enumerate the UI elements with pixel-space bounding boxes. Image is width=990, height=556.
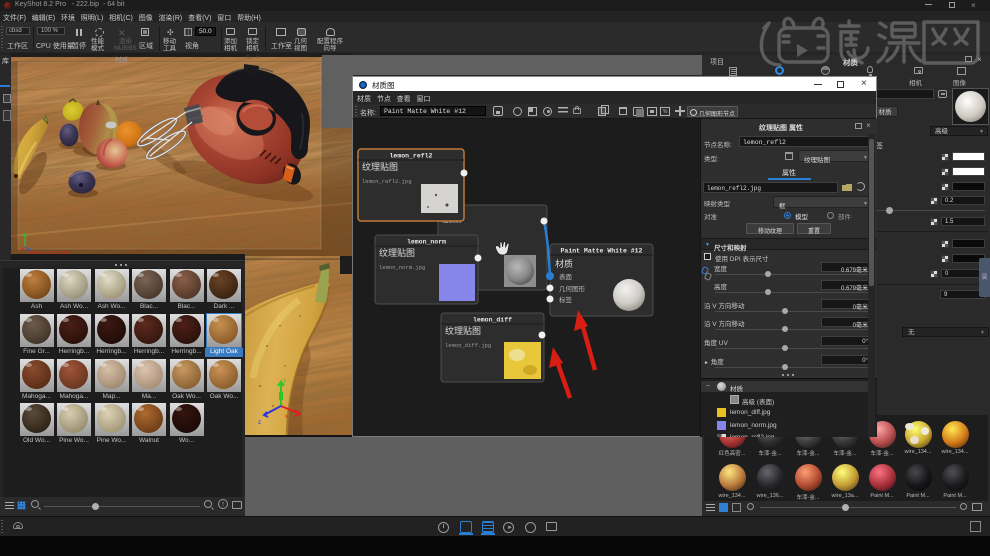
- svg-text:z: z: [258, 420, 261, 426]
- svg-text:y: y: [283, 378, 286, 384]
- svg-text:标签: 标签: [559, 295, 573, 304]
- svg-text:lemon_diff.jpg: lemon_diff.jpg: [445, 342, 491, 349]
- svg-text:lemon_diff: lemon_diff: [473, 317, 512, 324]
- svg-text:Paint Matte White #12: Paint Matte White #12: [561, 248, 643, 255]
- svg-text:纹理贴图: 纹理贴图: [362, 161, 398, 172]
- svg-text:纹理贴图: 纹理贴图: [379, 247, 415, 258]
- svg-text:lemon_norm: lemon_norm: [407, 239, 446, 246]
- svg-text:lemon_refl2.jpg: lemon_refl2.jpg: [362, 178, 412, 185]
- svg-text:纹理贴图: 纹理贴图: [445, 325, 481, 336]
- svg-text:材质: 材质: [555, 258, 573, 269]
- svg-text:lemon_refl2: lemon_refl2: [390, 153, 433, 160]
- svg-text:lemon_norm.jpg: lemon_norm.jpg: [379, 264, 425, 271]
- svg-text:x: x: [285, 414, 288, 420]
- svg-text:几何图形: 几何图形: [559, 284, 586, 293]
- svg-text:表面: 表面: [559, 272, 573, 281]
